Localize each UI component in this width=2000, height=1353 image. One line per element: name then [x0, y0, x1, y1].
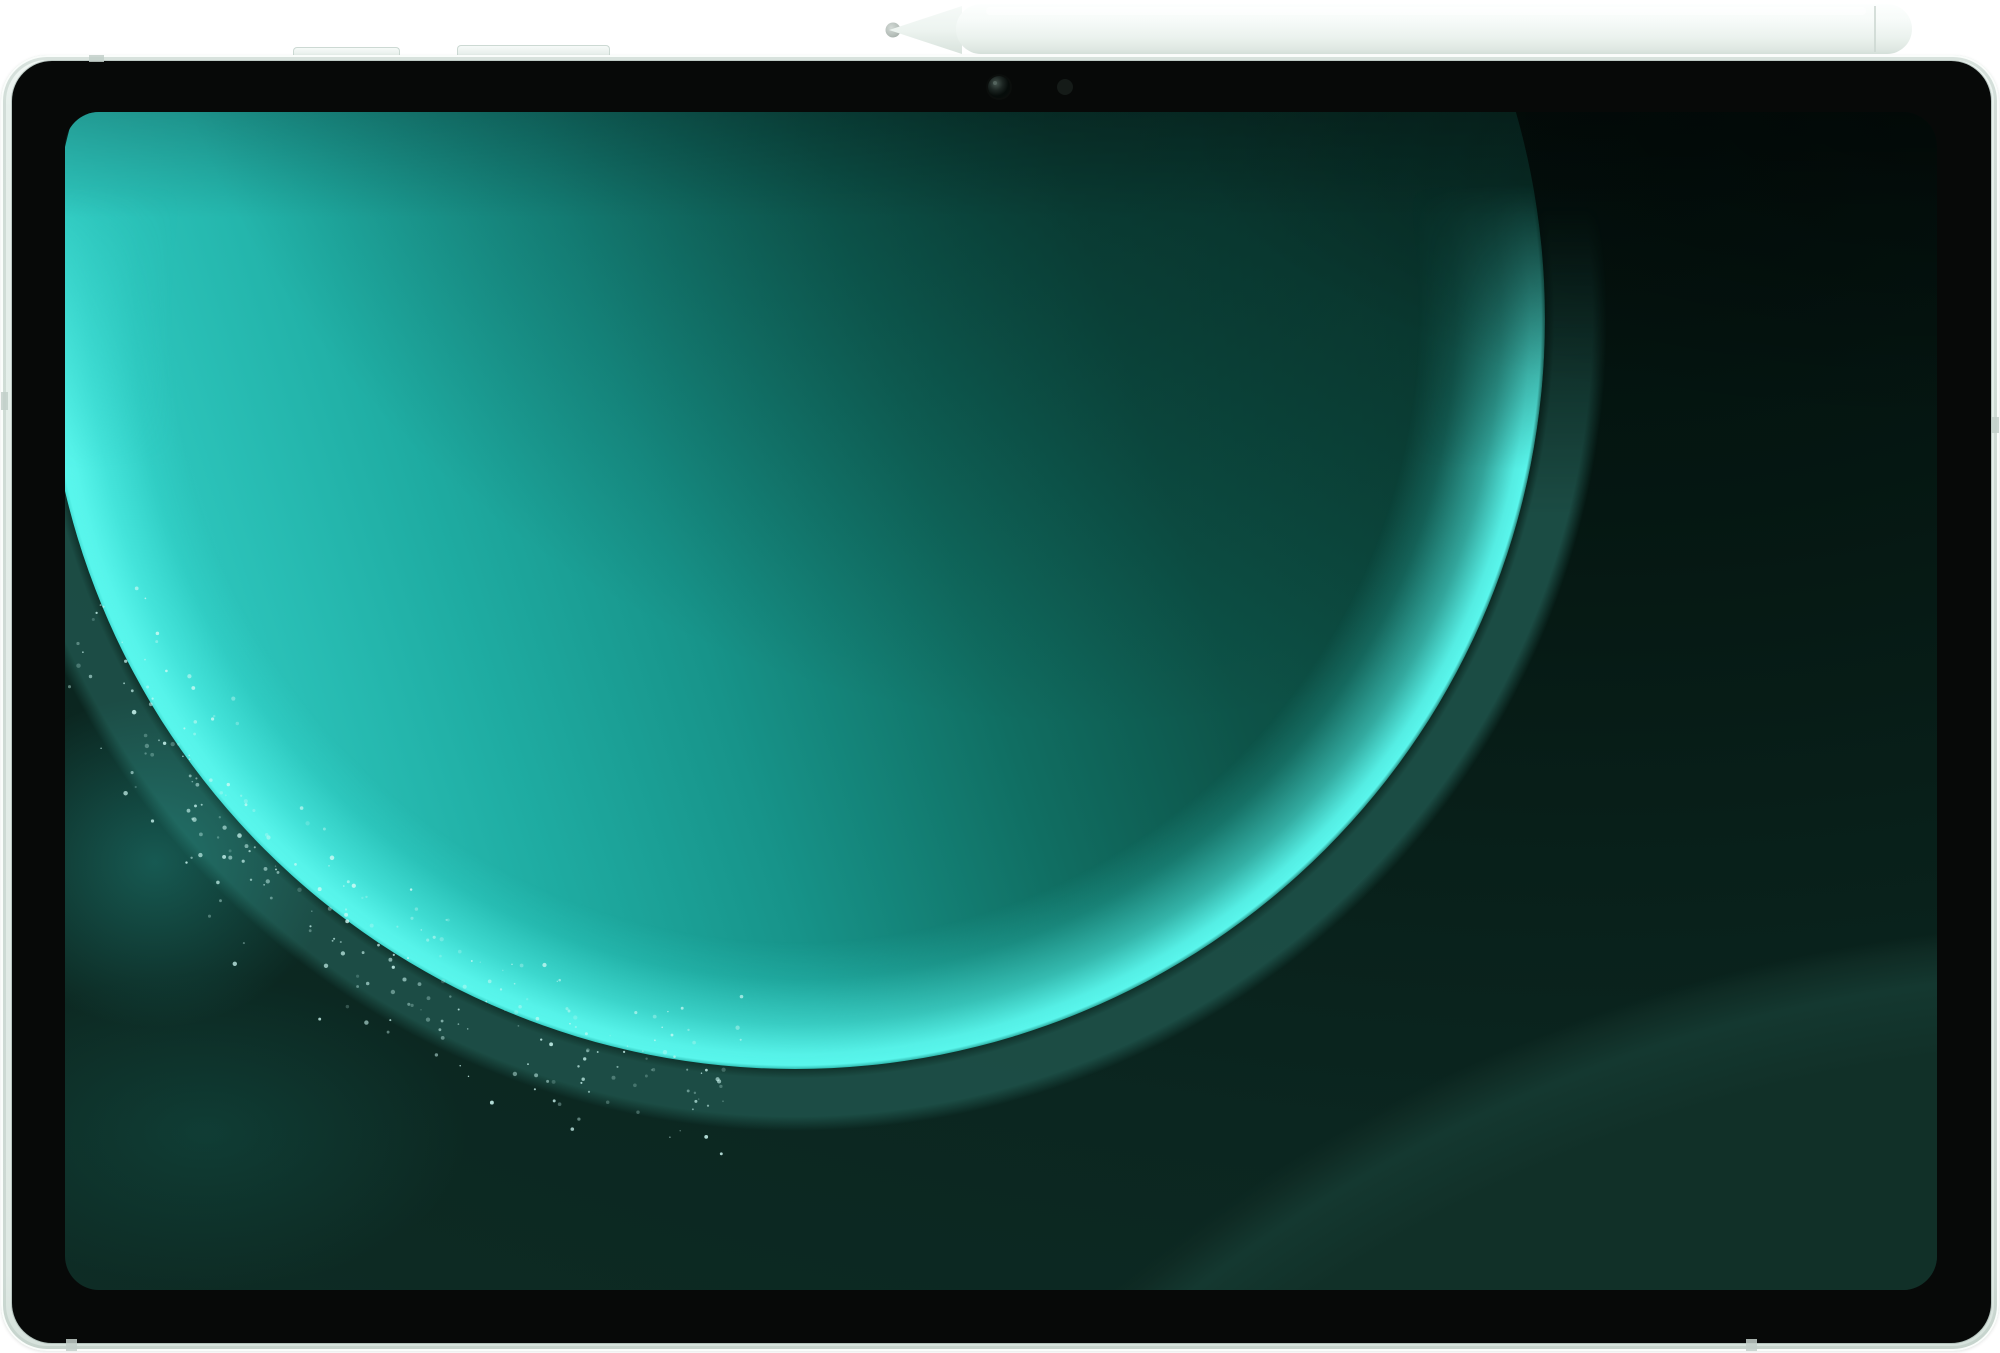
tablet-screen: [65, 112, 1937, 1290]
wallpaper-sparkles: [65, 112, 1937, 1290]
page-background: { "labels": { "device": "tablet-with-sty…: [0, 0, 2000, 1353]
tablet-body: [1, 55, 1999, 1351]
camera-glint: [993, 81, 997, 85]
s-pen-stylus: [866, 1, 1922, 55]
antenna-line-icon: [1992, 417, 1999, 433]
antenna-line-icon: [1, 392, 8, 410]
s-pen-cone: [889, 6, 962, 54]
antenna-line-icon: [1746, 1339, 1757, 1351]
antenna-line-icon: [89, 55, 104, 62]
front-camera-icon: [988, 76, 1010, 98]
screen-bezel: [12, 61, 1991, 1343]
light-sensor-icon: [1057, 79, 1073, 95]
antenna-line-icon: [66, 1339, 77, 1351]
